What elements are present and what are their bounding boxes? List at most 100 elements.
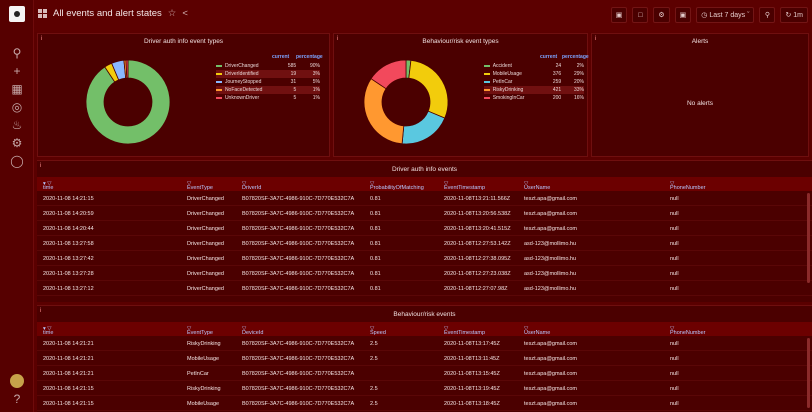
legend-item[interactable]: UnknownDriver 5 1% [216, 94, 320, 102]
cell-eventtimestamp: 2020-11-08T13:17:45Z [444, 341, 500, 347]
alerting-icon[interactable]: ♨ [0, 116, 34, 134]
legend-item[interactable]: PetInCar 259 20% [484, 78, 584, 86]
cell-id: B07820SF-3A7C-4986-910C-7D770E532C7A [242, 401, 355, 407]
column-header-username[interactable]: UserName ▽ [524, 181, 550, 191]
logo-icon[interactable] [9, 6, 25, 22]
legend-item[interactable]: MobileUsage 376 29% [484, 70, 584, 78]
legend-item[interactable]: SmokingInCar 200 16% [484, 94, 584, 102]
scrollbar[interactable] [807, 338, 810, 408]
table-row[interactable]: 2020-11-08 13:27:58 DriverChanged B07820SF… [37, 236, 812, 251]
table-row[interactable]: 2020-11-08 13:27:42 DriverChanged B07820SF… [37, 251, 812, 266]
cell-username: teszt.apa@gmail.com [524, 356, 577, 362]
cell-id: B07820SF-3A7C-4986-910C-7D770E532C7A [242, 196, 355, 202]
cell-username: asd-123@mollimo.hu [524, 271, 577, 277]
settings-button[interactable]: ⚙ [653, 7, 670, 23]
donut-slice-petincar[interactable] [401, 110, 446, 145]
cell-value: 2.5 [370, 401, 378, 407]
panel-title[interactable]: Behaviour/risk event types [334, 38, 587, 45]
cell-time: 2020-11-08 14:20:44 [43, 226, 94, 232]
column-header-eventtimestamp[interactable]: EventTimestamp ▽ [444, 326, 485, 336]
column-header-time[interactable]: time ▾ ▽ [43, 326, 53, 336]
legend-item[interactable]: Accident 24 2% [484, 62, 584, 70]
legend-item[interactable]: JourneyStopped 31 5% [216, 78, 320, 86]
scrollbar[interactable] [807, 193, 810, 283]
cell-phonenumber: null [670, 196, 679, 202]
table-row[interactable]: 2020-11-08 13:27:12 DriverChanged B07820SF… [37, 281, 812, 296]
settings-icon[interactable]: ⚙ [0, 134, 34, 152]
table-row[interactable]: 2020-11-08 14:21:15 DriverChanged B07820SF… [37, 191, 812, 206]
table-header: time ▾ ▽ EventType ▽ DriverId ▽ Probabil… [37, 177, 812, 191]
column-header-phonenumber[interactable]: PhoneNumber ▽ [670, 326, 705, 336]
add-panel-button[interactable]: ▣ [610, 7, 628, 23]
table-row[interactable]: 2020-11-08 14:21:15 RiskyDrinking B07820SF… [37, 381, 812, 396]
table-row[interactable]: 2020-11-08 14:20:59 DriverChanged B07820SF… [37, 206, 812, 221]
table-row[interactable]: 2020-11-08 14:21:21 PetInCar B07820SF-3A7C… [37, 366, 812, 381]
legend-item[interactable]: NoFaceDetected 5 1% [216, 86, 320, 94]
plus-icon[interactable]: + [0, 62, 34, 80]
cell-time: 2020-11-08 14:21:15 [43, 401, 94, 407]
column-header-eventtype[interactable]: EventType ▽ [187, 181, 213, 191]
cell-eventtimestamp: 2020-11-08T13:19:45Z [444, 386, 500, 392]
cell-eventtype: DriverChanged [187, 226, 224, 232]
column-header-driverid[interactable]: DriverId ▽ [242, 181, 261, 191]
cell-value: 0.81 [370, 271, 381, 277]
search-icon[interactable]: ⚲ [0, 44, 34, 62]
shield-icon[interactable]: ◯ [0, 152, 34, 170]
refresh-button[interactable]: ↻ 1m [780, 7, 808, 23]
cell-value: 2.5 [370, 341, 378, 347]
save-button[interactable]: □ [632, 7, 649, 23]
cell-time: 2020-11-08 13:27:42 [43, 256, 94, 262]
legend-item[interactable]: RiskyDrinking 421 33% [484, 86, 584, 94]
panel-title[interactable]: Driver auth info event types [38, 38, 329, 45]
column-header-eventtype[interactable]: EventType ▽ [187, 326, 213, 336]
column-header-deviceid[interactable]: DeviceId ▽ [242, 326, 263, 336]
cell-eventtype: MobileUsage [187, 356, 220, 362]
legend-header-percentage[interactable]: percentage [296, 54, 323, 60]
avatar[interactable] [10, 374, 24, 388]
dashboards-icon[interactable]: ▦ [0, 80, 34, 98]
table-row[interactable]: 2020-11-08 14:21:21 MobileUsage B07820SF-3… [37, 351, 812, 366]
column-header-username[interactable]: UserName ▽ [524, 326, 550, 336]
cell-phonenumber: null [670, 271, 679, 277]
column-header-speed[interactable]: Speed ▽ [370, 326, 386, 336]
cell-eventtimestamp: 2020-11-08T13:11:45Z [444, 356, 500, 362]
column-header-eventtimestamp[interactable]: EventTimestamp ▽ [444, 181, 485, 191]
cell-id: B07820SF-3A7C-4986-910C-7D770E532C7A [242, 256, 355, 262]
table-row[interactable]: 2020-11-08 14:21:21 RiskyDrinking B07820SF… [37, 336, 812, 351]
cell-phonenumber: null [670, 341, 679, 347]
share-icon[interactable]: < [182, 8, 188, 19]
column-header-time[interactable]: time ▾ ▽ [43, 181, 53, 191]
legend-item[interactable]: DriverChanged 585 90% [216, 62, 320, 70]
legend-header-current[interactable]: current [540, 54, 557, 60]
cell-username: teszt.apa@gmail.com [524, 196, 577, 202]
cell-eventtimestamp: 2020-11-08T12:27:38.095Z [444, 256, 511, 262]
cell-eventtimestamp: 2020-11-08T13:18:45Z [444, 401, 500, 407]
panel-title[interactable]: Driver auth info events [37, 166, 812, 173]
cell-username: teszt.apa@gmail.com [524, 211, 577, 217]
cell-value: 2.5 [370, 386, 378, 392]
table-row[interactable]: 2020-11-08 13:27:28 DriverChanged B07820SF… [37, 266, 812, 281]
legend-header-percentage[interactable]: percentage [562, 54, 589, 60]
time-range-picker[interactable]: ◷ Last 7 days ˇ [696, 7, 755, 23]
tv-mode-button[interactable]: ▣ [674, 7, 692, 23]
table-row[interactable]: 2020-11-08 14:20:44 DriverChanged B07820SF… [37, 221, 812, 236]
cell-id: B07820SF-3A7C-4986-910C-7D770E532C7A [242, 211, 355, 217]
zoom-out-button[interactable]: ⚲ [759, 7, 776, 23]
dashboard-title[interactable]: All events and alert states [53, 8, 162, 19]
cell-eventtimestamp: 2020-11-08T13:21:11.566Z [444, 196, 511, 202]
legend-header-current[interactable]: current [272, 54, 289, 60]
column-header-phonenumber[interactable]: PhoneNumber ▽ [670, 181, 705, 191]
panel-title[interactable]: Alerts [592, 38, 808, 45]
legend-item[interactable]: DriverIdentified 19 3% [216, 70, 320, 78]
behaviour-risk-types-panel: i Behaviour/risk event types current per… [333, 33, 589, 157]
cell-id: B07820SF-3A7C-4986-910C-7D770E532C7A [242, 271, 355, 277]
column-header-probability[interactable]: ProbabilityOfMatching ▽ [370, 181, 424, 191]
cell-username: teszt.apa@gmail.com [524, 226, 577, 232]
star-icon[interactable]: ☆ [168, 8, 177, 19]
help-icon[interactable]: ? [0, 390, 34, 408]
donut-slice-riskydrinking[interactable] [363, 78, 405, 145]
panel-title[interactable]: Behaviour/risk events [37, 311, 812, 318]
table-row[interactable]: 2020-11-08 14:21:15 MobileUsage B07820SF-3… [37, 396, 812, 411]
donut-slice-mobileusage[interactable] [408, 59, 449, 119]
explore-icon[interactable]: ◎ [0, 98, 34, 116]
